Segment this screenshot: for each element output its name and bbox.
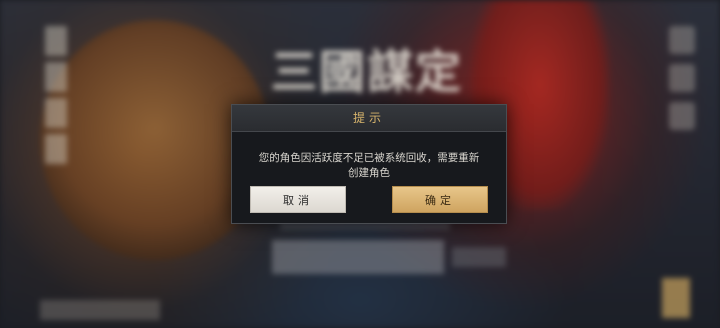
right-menu-blurred xyxy=(660,20,704,140)
background-bottom-text xyxy=(40,300,160,320)
left-menu-item xyxy=(45,98,67,128)
cancel-button[interactable]: 取消 xyxy=(250,186,346,213)
right-menu-item xyxy=(669,26,695,54)
game-logo: 三國謀定 xyxy=(271,45,463,99)
confirm-button[interactable]: 确定 xyxy=(392,186,488,213)
left-menu-item xyxy=(45,134,67,164)
left-menu-item xyxy=(45,26,67,56)
dialog-header: 提示 xyxy=(232,105,506,132)
background-secondary-button xyxy=(452,247,506,267)
left-menu-blurred xyxy=(36,20,76,200)
prompt-dialog: 提示 您的角色因活跃度不足已被系统回收，需要重新 创建角色 取消 确定 xyxy=(231,104,507,224)
background-gold-icon xyxy=(662,278,690,318)
dialog-message-line: 创建角色 xyxy=(348,167,390,179)
dialog-message: 您的角色因活跃度不足已被系统回收，需要重新 创建角色 xyxy=(246,151,492,181)
dialog-title: 提示 xyxy=(352,111,385,125)
background-start-button xyxy=(272,240,444,274)
left-menu-item xyxy=(45,62,67,92)
right-menu-item xyxy=(669,64,695,92)
right-menu-item xyxy=(669,102,695,130)
dialog-message-line: 您的角色因活跃度不足已被系统回收，需要重新 xyxy=(258,152,480,164)
